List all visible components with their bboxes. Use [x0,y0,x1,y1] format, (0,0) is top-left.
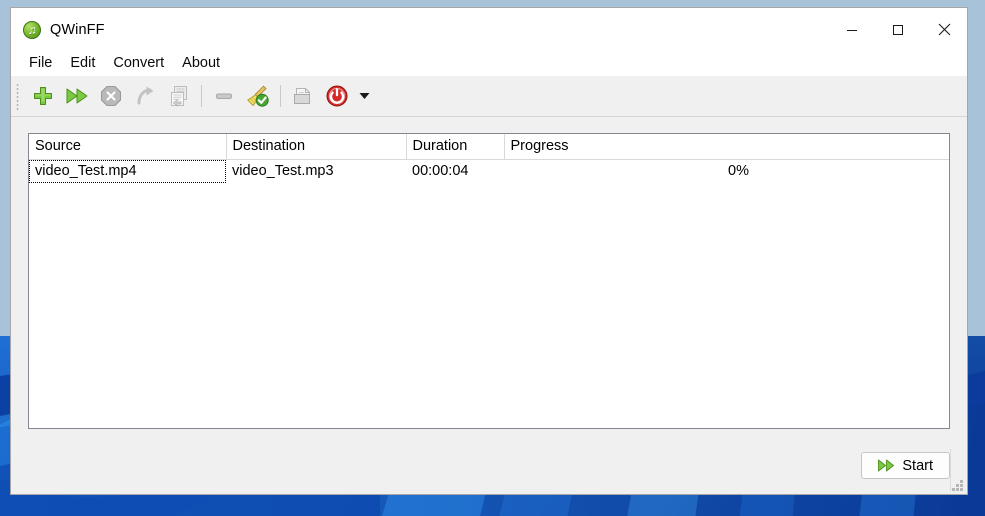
broom-clean-icon [247,85,269,107]
cell-destination[interactable]: video_Test.mp3 [226,160,406,184]
cell-progress: 0% [504,160,949,184]
menu-about[interactable]: About [173,53,229,73]
start-conversion-button[interactable] [60,80,94,112]
file-list-frame: Source Destination Duration Progress vid… [28,133,950,429]
client-area: Source Destination Duration Progress vid… [11,117,967,494]
toolbar-drag-handle[interactable] [15,82,22,110]
desktop: QWinFF [0,0,985,516]
minus-icon [216,93,232,99]
close-icon [938,23,950,36]
footer-bar: Start [28,429,950,494]
title-bar: QWinFF [11,8,967,51]
title-bar-left: QWinFF [11,20,105,39]
cell-duration: 00:00:04 [412,163,469,179]
add-files-button[interactable] [26,80,60,112]
window-controls [829,8,967,51]
progress-bar: 0% [510,162,949,180]
folder-open-icon [293,88,310,104]
remove-task-button [207,80,241,112]
shutdown-options-dropdown[interactable] [354,80,374,112]
maximize-icon [893,24,903,35]
plus-icon [34,87,52,105]
stop-conversion-button [94,80,128,112]
column-header-source[interactable]: Source [29,134,227,160]
minimize-button[interactable] [829,8,875,51]
resize-grip-icon[interactable] [951,478,964,491]
fast-forward-icon [66,88,88,104]
music-note-icon [23,20,41,39]
table-row[interactable]: video_Test.mp4 video_Test.mp3 00:00:04 0… [29,159,949,184]
stop-octagon-icon [101,86,121,106]
window-title: QWinFF [50,21,105,38]
progress-value: 0% [728,163,749,179]
copy-pages-icon [171,86,187,107]
column-header-duration[interactable]: Duration [406,134,505,160]
maximize-button[interactable] [875,8,921,51]
start-button-label: Start [902,457,933,474]
toolbar-separator-1 [201,85,202,107]
menu-edit[interactable]: Edit [61,53,104,73]
duplicate-task-button [162,80,196,112]
toolbar-separator-2 [280,85,281,107]
open-output-folder-button [286,80,320,112]
close-button[interactable] [921,8,967,51]
column-header-progress[interactable]: Progress [504,134,949,160]
menu-bar: File Edit Convert About [11,51,967,75]
menu-convert[interactable]: Convert [104,53,173,73]
power-icon [326,85,348,107]
cell-source[interactable]: video_Test.mp4 [29,159,226,183]
retry-button [128,80,162,112]
redo-arrow-icon [137,86,154,105]
qwinff-window: QWinFF [10,7,968,495]
clear-list-button[interactable] [241,80,275,112]
column-header-destination[interactable]: Destination [226,134,407,160]
toolbar [11,75,967,117]
menu-file[interactable]: File [20,53,61,73]
shutdown-button[interactable] [320,80,354,112]
file-list-table: Source Destination Duration Progress vid… [29,134,949,183]
start-button[interactable]: Start [861,452,950,479]
fast-forward-icon [878,459,895,472]
chevron-down-icon [359,93,369,99]
table-header-row: Source Destination Duration Progress [29,134,949,160]
minimize-icon [847,29,857,31]
